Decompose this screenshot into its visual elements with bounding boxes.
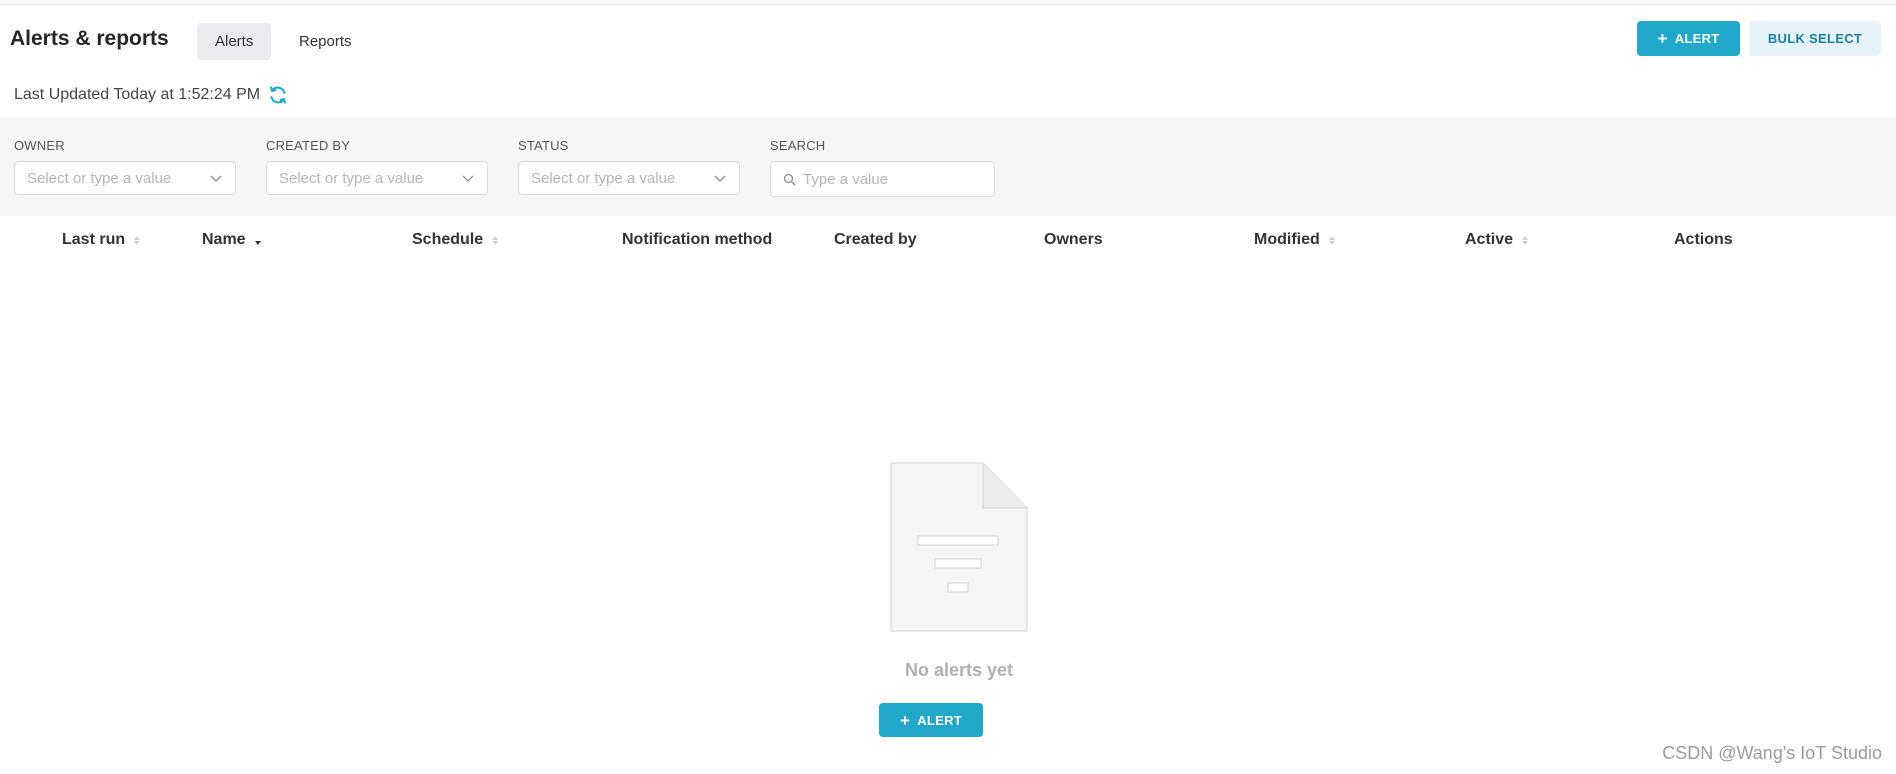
created-by-filter-label: CREATED BY [266, 138, 351, 153]
created-by-select[interactable]: Select or type a value [266, 161, 488, 195]
column-schedule[interactable]: Schedule [412, 231, 499, 249]
page-header: Alerts & reports Alerts Reports + ALERT … [0, 5, 1896, 118]
filter-bar: OWNER Select or type a value CREATED BY … [0, 118, 1896, 216]
column-owners: Owners [1044, 231, 1103, 249]
column-notification-method: Notification method [622, 231, 772, 249]
column-modified[interactable]: Modified [1254, 231, 1335, 249]
chevron-down-icon [210, 175, 222, 182]
owner-filter-label: OWNER [14, 138, 65, 153]
empty-add-alert-label: ALERT [917, 712, 963, 728]
watermark: CSDN @Wang's IoT Studio [1662, 743, 1882, 763]
column-label: Active [1465, 231, 1514, 248]
empty-state-message: No alerts yet [904, 660, 1014, 680]
sort-icon [1328, 235, 1335, 245]
empty-document-icon [890, 462, 1028, 632]
status-filter-label: STATUS [518, 138, 569, 153]
sort-icon [134, 235, 141, 245]
created-by-select-placeholder: Select or type a value [279, 169, 424, 187]
sort-desc-icon [254, 236, 261, 245]
table-header: Last run Name Schedule Notification meth… [14, 216, 1878, 266]
owner-select-placeholder: Select or type a value [27, 169, 172, 187]
owner-select[interactable]: Select or type a value [14, 161, 236, 195]
status-filter: STATUS Select or type a value [518, 138, 740, 195]
refresh-icon[interactable] [268, 85, 288, 105]
column-name[interactable]: Name [202, 231, 261, 249]
column-label: Created by [834, 231, 917, 248]
column-actions: Actions [1674, 231, 1733, 249]
sort-icon [492, 235, 499, 245]
column-label: Schedule [412, 231, 484, 248]
chevron-down-icon [462, 175, 474, 182]
search-filter: SEARCH Type a value [770, 138, 995, 197]
page-title: Alerts & reports [10, 27, 169, 50]
chevron-down-icon [714, 175, 726, 182]
alerts-table: Last run Name Schedule Notification meth… [14, 216, 1878, 774]
tab-alerts[interactable]: Alerts [197, 23, 272, 60]
search-placeholder: Type a value [803, 170, 889, 188]
last-updated: Last Updated Today at 1:52:24 PM [14, 85, 288, 105]
bulk-select-button[interactable]: BULK SELECT [1749, 21, 1881, 56]
column-label: Modified [1254, 231, 1320, 248]
status-select-placeholder: Select or type a value [531, 169, 676, 187]
empty-add-alert-button[interactable]: + ALERT [879, 703, 983, 737]
column-label: Owners [1044, 231, 1103, 248]
search-icon [783, 173, 796, 185]
search-input[interactable]: Type a value [770, 161, 995, 197]
column-label: Last run [62, 231, 126, 248]
column-label: Name [202, 231, 246, 248]
status-select[interactable]: Select or type a value [518, 161, 740, 195]
search-filter-label: SEARCH [770, 138, 826, 153]
add-alert-label: ALERT [1674, 31, 1720, 46]
column-label: Notification method [622, 231, 773, 248]
owner-filter: OWNER Select or type a value [14, 138, 236, 195]
tab-reports[interactable]: Reports [281, 23, 370, 60]
plus-icon: + [899, 710, 911, 730]
last-updated-text: Last Updated Today at 1:52:24 PM [14, 86, 261, 103]
column-label: Actions [1674, 231, 1733, 248]
column-last-run[interactable]: Last run [62, 231, 141, 249]
created-by-filter: CREATED BY Select or type a value [266, 138, 488, 195]
column-active[interactable]: Active [1465, 231, 1529, 249]
plus-icon: + [1657, 29, 1668, 48]
add-alert-button[interactable]: + ALERT [1637, 21, 1740, 56]
sort-icon [1522, 235, 1529, 245]
column-created-by: Created by [834, 231, 917, 249]
